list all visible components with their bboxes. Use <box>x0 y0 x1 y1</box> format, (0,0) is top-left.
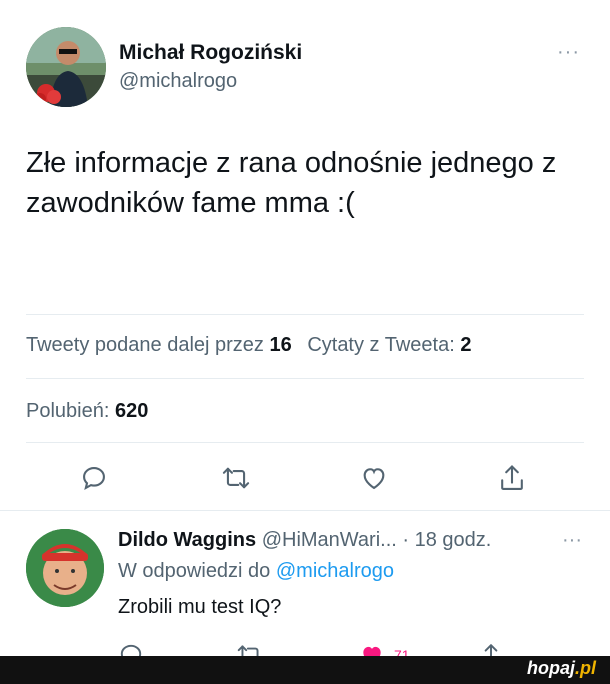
author-name[interactable]: Michał Rogoziński <box>119 41 302 65</box>
tweet-text: Złe informacje z rana odnośnie jednego z… <box>26 147 557 219</box>
reply-context: W odpowiedzi do @michalrogo <box>118 560 394 583</box>
retweets-stat[interactable]: Tweety podane dalej przez 16 <box>26 334 292 356</box>
likes-count: 620 <box>114 400 149 422</box>
watermark-bar: hopaj.pl <box>0 656 610 684</box>
logo-suffix: .pl <box>575 658 596 678</box>
reply-author-handle[interactable]: @HiManWari... <box>262 529 397 551</box>
reply-avatar[interactable] <box>26 529 104 607</box>
divider <box>0 510 610 511</box>
retweet-button[interactable] <box>218 458 254 498</box>
reply-text: Zrobili mu test IQ? <box>118 596 282 618</box>
more-options-icon[interactable]: ··· <box>557 41 580 64</box>
reply-to-prefix: W odpowiedzi do <box>118 560 271 582</box>
reply-more-options-icon[interactable]: ··· <box>562 529 582 552</box>
tweet-header: Michał Rogoziński @michalrogo ··· <box>26 27 584 109</box>
reply-button[interactable] <box>76 458 112 498</box>
retweet-icon <box>222 467 250 489</box>
quotes-label: Cytaty z Tweeta: <box>307 334 455 356</box>
share-icon <box>501 465 523 490</box>
divider <box>26 378 584 379</box>
divider <box>26 442 584 443</box>
quotes-count: 2 <box>460 334 472 356</box>
retweet-quote-stats: Tweety podane dalej przez 16 Cytaty z Tw… <box>26 334 481 357</box>
reply-icon <box>83 467 105 490</box>
reply-to-mention[interactable]: @michalrogo <box>276 560 394 582</box>
reply-meta: Dildo Waggins @HiManWari... · 18 godz. <box>118 529 491 552</box>
like-button[interactable] <box>356 458 392 498</box>
reply-timestamp[interactable]: · 18 godz. <box>402 529 491 551</box>
share-button[interactable] <box>494 458 530 498</box>
tweet-action-bar <box>0 458 610 498</box>
likes-stat[interactable]: Polubień: 620 <box>26 400 148 423</box>
author-handle[interactable]: @michalrogo <box>119 70 237 93</box>
author-avatar[interactable] <box>26 27 106 107</box>
likes-label: Polubień: <box>26 400 110 422</box>
logo-main: hopaj <box>527 658 575 678</box>
reply-author-name[interactable]: Dildo Waggins <box>118 529 256 551</box>
quotes-stat[interactable]: Cytaty z Tweeta: 2 <box>307 334 471 356</box>
divider <box>26 314 584 315</box>
retweets-label: Tweety podane dalej przez <box>26 334 264 356</box>
site-logo: hopaj.pl <box>527 658 596 679</box>
retweets-count: 16 <box>269 334 292 356</box>
like-icon <box>363 468 385 490</box>
